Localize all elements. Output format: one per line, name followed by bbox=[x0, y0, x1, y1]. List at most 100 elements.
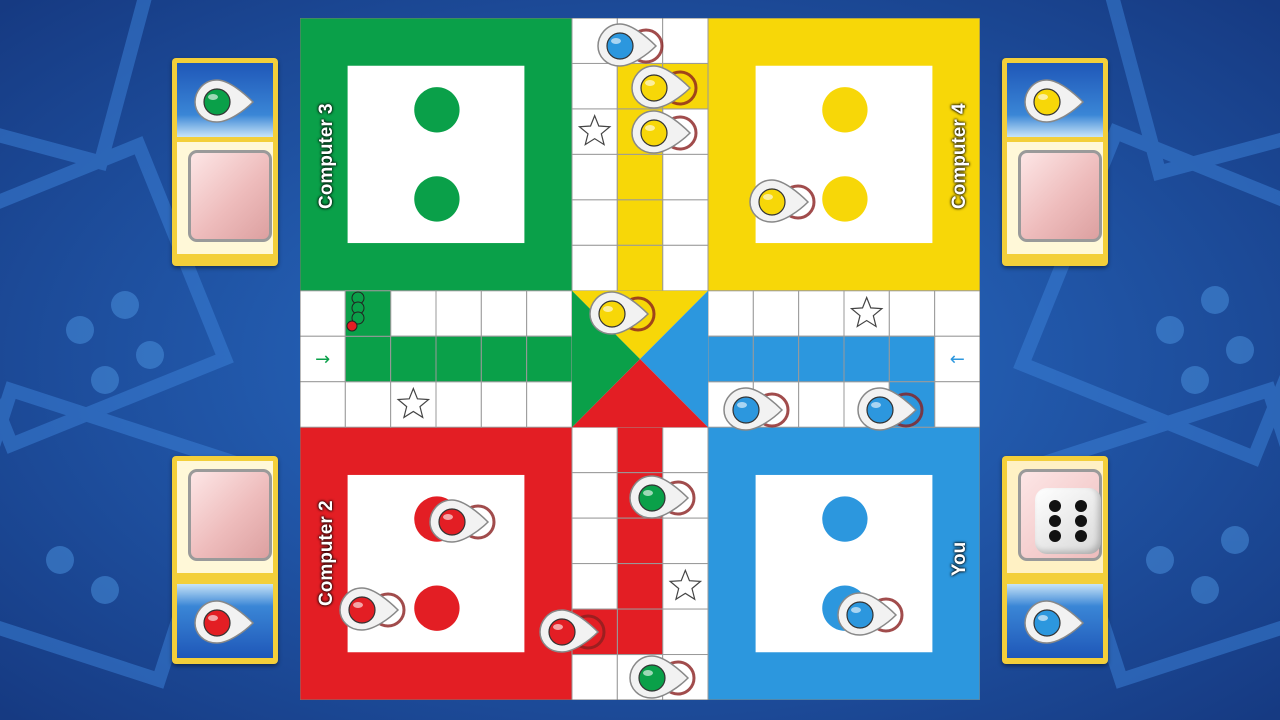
dice-pip bbox=[1049, 515, 1061, 527]
green-pawn[interactable] bbox=[629, 655, 696, 699]
track-cell bbox=[300, 290, 346, 337]
blue-lane-cell bbox=[707, 335, 754, 383]
track-cell bbox=[344, 381, 392, 428]
blue-lane-cell bbox=[843, 335, 890, 383]
track-cell bbox=[662, 608, 709, 656]
green-pawn[interactable] bbox=[629, 475, 696, 519]
track-cell bbox=[300, 381, 346, 428]
track-cell bbox=[571, 654, 618, 700]
panel-dice-slot bbox=[177, 461, 273, 573]
dice-pip bbox=[1075, 500, 1087, 512]
panel-token-slot bbox=[1007, 584, 1103, 658]
pawn-shape bbox=[194, 600, 255, 644]
dice-pip bbox=[1075, 515, 1087, 527]
track-cell bbox=[571, 199, 618, 246]
green-lane-cell bbox=[344, 335, 392, 383]
pawn-shape bbox=[1024, 79, 1085, 123]
yellow-pawn[interactable] bbox=[749, 179, 816, 223]
track-cell bbox=[798, 290, 845, 337]
yellow-lane-cell bbox=[616, 199, 664, 246]
panel-dice-slot bbox=[1007, 142, 1103, 254]
track-cell bbox=[571, 563, 618, 610]
red-home-slot bbox=[414, 585, 460, 631]
blue-pawn[interactable] bbox=[723, 387, 790, 431]
dice-six-icon[interactable] bbox=[1035, 488, 1101, 554]
track-cell bbox=[571, 517, 618, 565]
track-cell bbox=[571, 472, 618, 519]
panel-token-slot bbox=[177, 584, 273, 658]
player-label-you: You bbox=[949, 541, 970, 577]
green-lane-cell bbox=[435, 335, 482, 383]
track-cell bbox=[435, 290, 482, 337]
track-cell bbox=[707, 290, 754, 337]
entry-arrow-icon: ← bbox=[950, 349, 965, 370]
yellow-pawn-icon bbox=[1024, 79, 1085, 123]
blue-lane-cell bbox=[888, 335, 936, 383]
green-pawn-icon bbox=[194, 79, 255, 123]
player-label-computer-2: Computer 2 bbox=[316, 500, 337, 606]
yellow-lane-cell bbox=[616, 153, 664, 201]
panel-token-slot bbox=[1007, 63, 1103, 137]
ludo-board: → ← bbox=[300, 18, 980, 700]
panel-token-slot bbox=[177, 63, 273, 137]
red-lane-cell bbox=[616, 608, 664, 656]
red-lane-cell bbox=[616, 563, 664, 610]
blue-lane-cell bbox=[798, 335, 845, 383]
panel-dice-slot bbox=[1007, 461, 1103, 573]
track-cell bbox=[480, 290, 528, 337]
yellow-home-slot bbox=[822, 87, 868, 133]
blue-pawn[interactable] bbox=[597, 23, 664, 67]
dice-pip bbox=[1075, 530, 1087, 542]
red-lane-cell bbox=[616, 517, 664, 565]
track-cell bbox=[888, 290, 936, 337]
dice-button[interactable] bbox=[188, 469, 272, 561]
blue-pawn[interactable] bbox=[857, 387, 924, 431]
track-cell bbox=[662, 426, 709, 474]
red-lane-cell bbox=[616, 426, 664, 474]
blue-lane-cell bbox=[752, 335, 800, 383]
player-label-computer-4: Computer 4 bbox=[949, 103, 970, 209]
track-cell bbox=[390, 290, 437, 337]
red-pawn[interactable] bbox=[539, 609, 606, 653]
track-cell bbox=[662, 153, 709, 201]
pawn-shape bbox=[194, 79, 255, 123]
blue-pawn[interactable] bbox=[837, 592, 904, 636]
dice-button[interactable] bbox=[1018, 150, 1102, 242]
track-cell bbox=[571, 426, 618, 474]
dice-button[interactable] bbox=[188, 150, 272, 242]
blue-pawn-icon bbox=[1024, 600, 1085, 644]
track-cell bbox=[435, 381, 482, 428]
green-home-slot bbox=[414, 176, 460, 222]
red-pawn-icon bbox=[194, 600, 255, 644]
track-cell bbox=[526, 381, 573, 428]
blue-home-slot bbox=[822, 496, 868, 542]
red-pawn[interactable] bbox=[429, 499, 496, 543]
dice-roll-button[interactable] bbox=[1018, 469, 1102, 561]
dice-pip bbox=[1049, 500, 1061, 512]
track-cell bbox=[480, 381, 528, 428]
yellow-pawn[interactable] bbox=[631, 110, 698, 154]
red-finished-token bbox=[346, 320, 358, 332]
green-player-panel bbox=[172, 58, 278, 266]
green-lane-cell bbox=[526, 335, 573, 383]
track-cell bbox=[662, 18, 709, 64]
red-player-panel bbox=[172, 456, 278, 664]
track-cell bbox=[934, 381, 980, 428]
pawn-shape bbox=[1024, 600, 1085, 644]
track-cell bbox=[571, 244, 618, 292]
dice-pip bbox=[1049, 530, 1061, 542]
yellow-pawn[interactable] bbox=[631, 65, 698, 109]
red-pawn[interactable] bbox=[339, 587, 406, 631]
track-cell bbox=[752, 290, 800, 337]
track-cell bbox=[662, 517, 709, 565]
yellow-home-slot bbox=[822, 176, 868, 222]
yellow-player-panel bbox=[1002, 58, 1108, 266]
yellow-pawn[interactable] bbox=[589, 291, 656, 335]
entry-arrow-icon: → bbox=[315, 349, 330, 370]
track-cell bbox=[934, 290, 980, 337]
track-cell bbox=[526, 290, 573, 337]
green-home-slot bbox=[414, 87, 460, 133]
green-lane-cell bbox=[480, 335, 528, 383]
panel-dice-slot bbox=[177, 142, 273, 254]
blue-player-panel bbox=[1002, 456, 1108, 664]
